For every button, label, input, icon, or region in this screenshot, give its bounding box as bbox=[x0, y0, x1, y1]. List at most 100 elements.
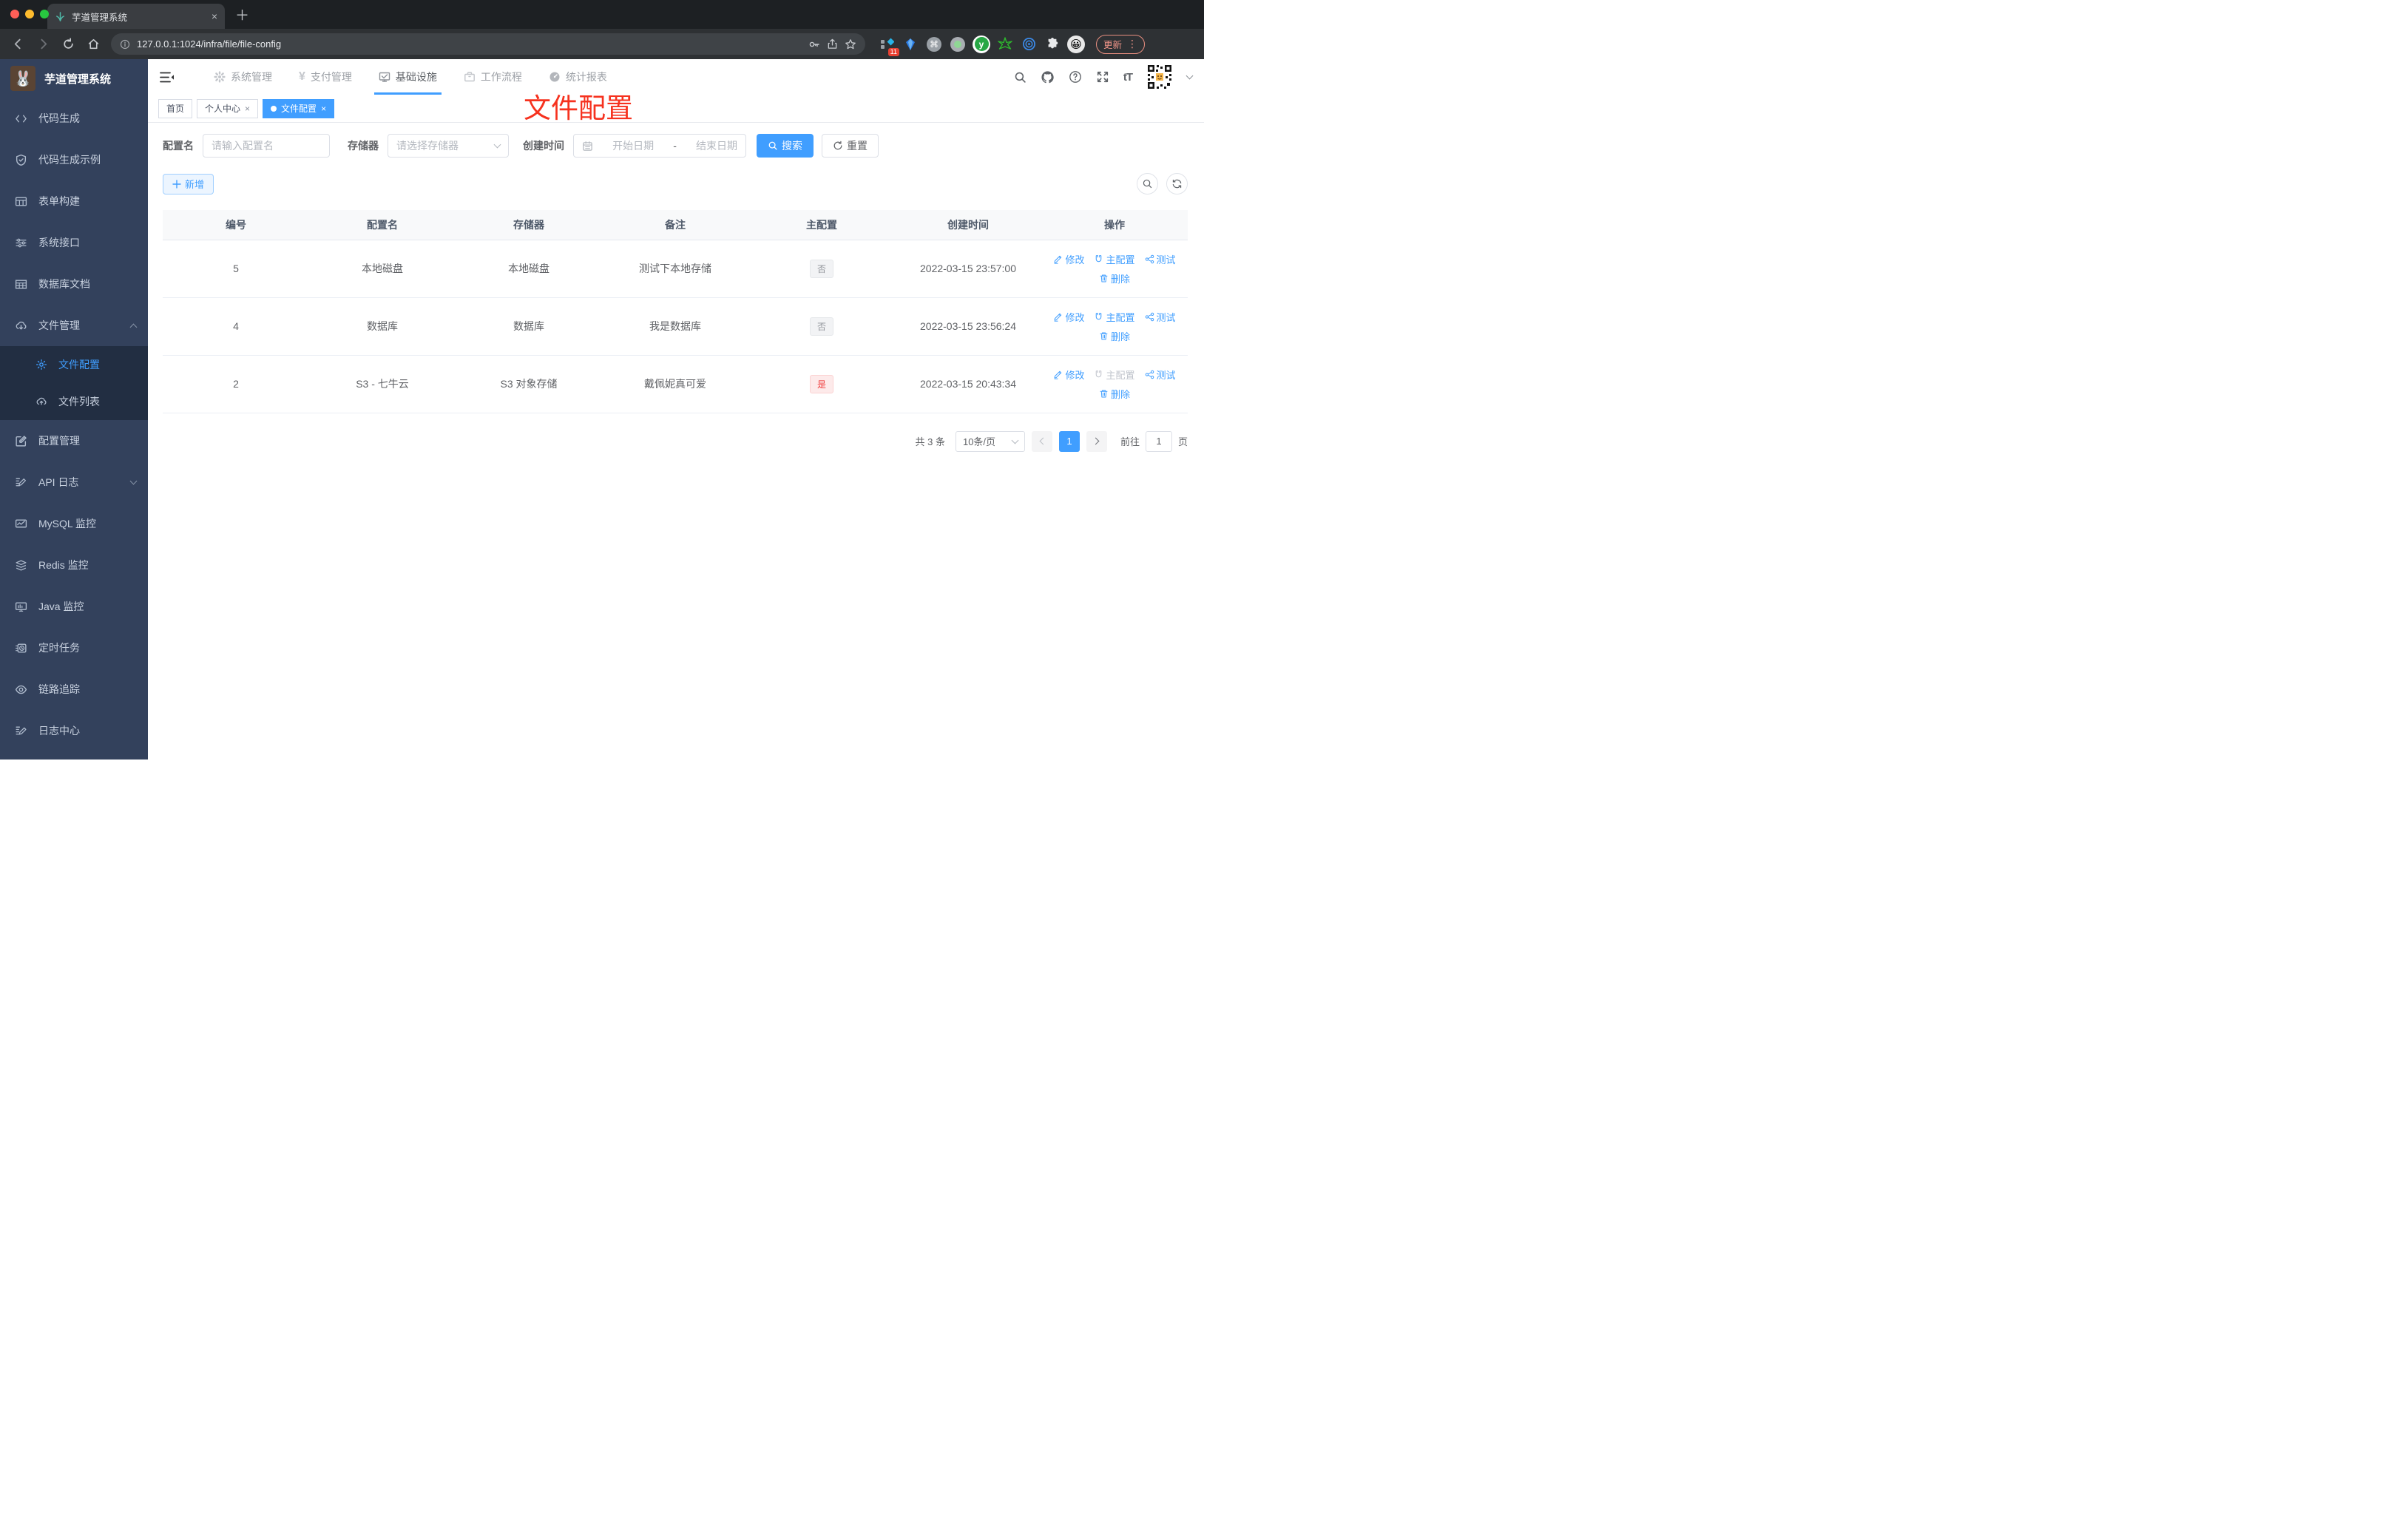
avatar-dropdown-caret-icon[interactable] bbox=[1186, 72, 1194, 80]
end-date-placeholder[interactable]: 结束日期 bbox=[696, 138, 737, 153]
edit-action[interactable]: 修改 bbox=[1053, 310, 1084, 324]
gauge-icon bbox=[549, 72, 560, 82]
storage-select[interactable]: 请选择存储器 bbox=[388, 134, 509, 158]
sidebar-item-java-monitor[interactable]: Java 监控 bbox=[0, 586, 148, 627]
date-range-picker[interactable]: 开始日期 - 结束日期 bbox=[573, 134, 746, 158]
nav-item-system-mgmt[interactable]: 系统管理 bbox=[200, 59, 285, 95]
master-action[interactable]: 主配置 bbox=[1094, 252, 1135, 266]
eye-icon bbox=[15, 685, 27, 694]
tag-close-icon[interactable]: × bbox=[245, 104, 250, 114]
cell-name: S3 - 七牛云 bbox=[309, 355, 456, 413]
config-name-input[interactable] bbox=[203, 134, 330, 158]
password-key-icon[interactable] bbox=[808, 38, 820, 50]
address-bar[interactable]: 127.0.0.1:1024/infra/file/file-config bbox=[111, 33, 865, 55]
bookmark-star-icon[interactable] bbox=[845, 38, 856, 50]
test-action[interactable]: 测试 bbox=[1145, 252, 1176, 266]
back-button[interactable] bbox=[7, 34, 28, 55]
sidebar-item-file-list[interactable]: 文件列表 bbox=[0, 383, 148, 420]
sidebar-item-redis-monitor[interactable]: Redis 监控 bbox=[0, 544, 148, 586]
search-button[interactable]: 搜索 bbox=[757, 134, 814, 158]
sidebar-item-api-log[interactable]: API 日志 bbox=[0, 461, 148, 503]
nav-item-label: 支付管理 bbox=[310, 71, 352, 83]
extension-rings-icon[interactable] bbox=[1019, 35, 1038, 54]
sidebar-item-label: API 日志 bbox=[38, 476, 79, 488]
help-icon[interactable] bbox=[1069, 70, 1082, 84]
sidebar-item-system-api[interactable]: 系统接口 bbox=[0, 222, 148, 263]
magnet-icon bbox=[1096, 254, 1102, 262]
extensions-puzzle-icon[interactable] bbox=[1043, 35, 1062, 54]
add-button[interactable]: 新增 bbox=[163, 173, 214, 194]
search-icon[interactable] bbox=[1014, 71, 1027, 84]
tag-file-config-active[interactable]: 文件配置 × bbox=[263, 98, 335, 118]
edit-action[interactable]: 修改 bbox=[1053, 252, 1084, 266]
delete-action[interactable]: 删除 bbox=[1099, 329, 1130, 343]
sidebar-item-log-center[interactable]: 日志中心 bbox=[0, 710, 148, 751]
site-info-icon[interactable] bbox=[120, 39, 130, 50]
nav-item-payment-mgmt[interactable]: ¥ 支付管理 bbox=[285, 59, 365, 95]
minimize-window-button[interactable] bbox=[25, 10, 34, 18]
page-size-select[interactable]: 10条/页 bbox=[955, 430, 1025, 452]
github-icon[interactable] bbox=[1041, 70, 1055, 84]
edit-action[interactable]: 修改 bbox=[1053, 368, 1084, 382]
test-action[interactable]: 测试 bbox=[1145, 368, 1176, 382]
browser-menu-kebab-icon[interactable]: ⋮ bbox=[1127, 38, 1137, 50]
tag-home[interactable]: 首页 bbox=[158, 98, 193, 118]
tag-profile[interactable]: 个人中心 × bbox=[197, 98, 259, 118]
font-size-icon[interactable]: tT bbox=[1123, 71, 1133, 84]
prev-page-button[interactable] bbox=[1031, 430, 1052, 452]
new-tab-button[interactable]: ＋ bbox=[235, 4, 249, 24]
collapse-sidebar-icon[interactable] bbox=[160, 71, 174, 84]
master-action[interactable]: 主配置 bbox=[1094, 310, 1135, 324]
nav-item-infrastructure[interactable]: 基础设施 bbox=[365, 59, 450, 95]
sidebar-item-mysql-monitor[interactable]: MySQL 监控 bbox=[0, 503, 148, 544]
nav-item-workflow[interactable]: 工作流程 bbox=[450, 59, 535, 95]
next-page-button[interactable] bbox=[1086, 430, 1107, 452]
extension-manager-icon[interactable]: 11 bbox=[877, 35, 899, 56]
sidebar-item-file-mgmt[interactable]: 文件管理 bbox=[0, 305, 148, 346]
close-window-button[interactable] bbox=[10, 10, 19, 18]
window-controls[interactable] bbox=[10, 10, 49, 18]
extension-emoji-icon[interactable]: 😀 bbox=[1066, 35, 1086, 54]
cell-id: 2 bbox=[163, 355, 309, 413]
sidebar-item-db-doc[interactable]: 数据库文档 bbox=[0, 263, 148, 305]
delete-action[interactable]: 删除 bbox=[1099, 271, 1130, 285]
sidebar-item-file-config[interactable]: 文件配置 bbox=[0, 346, 148, 383]
extension-gem-icon[interactable] bbox=[901, 35, 920, 54]
pencil-icon bbox=[1055, 371, 1062, 379]
config-name-input-field[interactable] bbox=[212, 140, 321, 152]
tag-close-icon[interactable]: × bbox=[321, 104, 326, 114]
browser-tab[interactable]: 芋道管理系统 × bbox=[47, 4, 225, 29]
sliders-icon bbox=[16, 238, 27, 247]
home-button[interactable] bbox=[83, 34, 104, 55]
sidebar-item-code-gen-demo[interactable]: 代码生成示例 bbox=[0, 139, 148, 180]
extension-record-icon[interactable] bbox=[948, 35, 967, 54]
col-header-storage: 存储器 bbox=[456, 210, 602, 240]
chrome-update-button[interactable]: 更新 ⋮ bbox=[1096, 34, 1146, 54]
maximize-window-button[interactable] bbox=[40, 10, 49, 18]
extension-command-icon[interactable]: ⌘ bbox=[924, 35, 944, 54]
url-text[interactable]: 127.0.0.1:1024/infra/file/file-config bbox=[137, 38, 802, 50]
user-avatar-qr[interactable] bbox=[1146, 64, 1173, 90]
master-tag: 否 bbox=[809, 317, 833, 336]
test-action[interactable]: 测试 bbox=[1145, 310, 1176, 324]
forward-button[interactable] bbox=[33, 34, 53, 55]
sidebar-item-scheduled-jobs[interactable]: 定时任务 bbox=[0, 627, 148, 669]
delete-action[interactable]: 删除 bbox=[1099, 387, 1130, 401]
start-date-placeholder[interactable]: 开始日期 bbox=[612, 138, 654, 153]
refresh-table-button[interactable] bbox=[1166, 173, 1188, 194]
sidebar-item-form-builder[interactable]: 表单构建 bbox=[0, 180, 148, 222]
share-icon[interactable] bbox=[827, 38, 838, 50]
goto-page-input[interactable] bbox=[1145, 430, 1172, 452]
fullscreen-icon[interactable] bbox=[1096, 70, 1109, 84]
toggle-search-button[interactable] bbox=[1137, 173, 1158, 194]
reset-button[interactable]: 重置 bbox=[822, 134, 879, 158]
extension-y-icon[interactable]: y bbox=[972, 35, 991, 54]
tab-close-icon[interactable]: × bbox=[212, 10, 217, 22]
sidebar-item-code-gen[interactable]: 代码生成 bbox=[0, 98, 148, 139]
nav-item-reports[interactable]: 统计报表 bbox=[535, 59, 620, 95]
sidebar-item-config-mgmt[interactable]: 配置管理 bbox=[0, 420, 148, 461]
page-number-button[interactable]: 1 bbox=[1058, 430, 1080, 452]
extension-star-icon[interactable] bbox=[995, 35, 1015, 54]
reload-button[interactable] bbox=[58, 34, 78, 55]
sidebar-item-tracing[interactable]: 链路追踪 bbox=[0, 669, 148, 710]
